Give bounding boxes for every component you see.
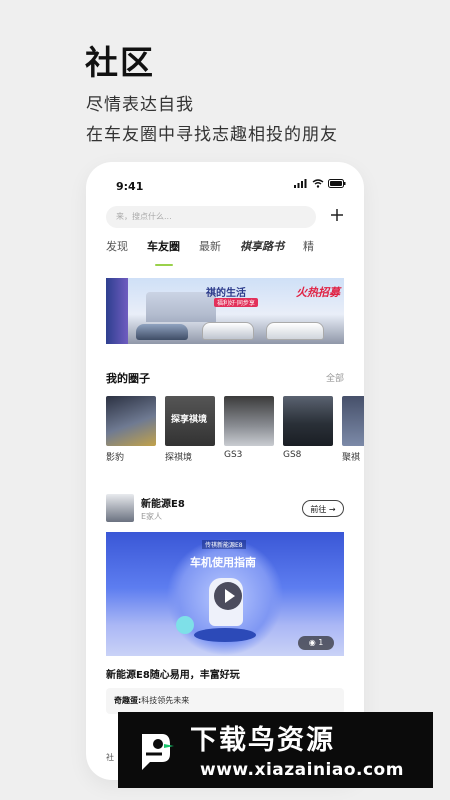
wifi-icon xyxy=(312,179,324,188)
circle-item-yingbao[interactable]: 影豹 xyxy=(106,396,156,463)
banner-slogan-sub: 福利好·同步享 xyxy=(214,298,258,307)
status-time: 9:41 xyxy=(116,180,144,193)
add-post-button[interactable] xyxy=(330,204,344,226)
video-ball-image xyxy=(176,616,194,634)
plus-icon xyxy=(331,209,343,221)
goto-button[interactable]: 前往 → xyxy=(302,500,344,517)
battery-icon xyxy=(328,179,346,188)
banner-car-image xyxy=(202,322,254,340)
bird-logo-icon xyxy=(128,724,180,776)
circle-label: 影豹 xyxy=(106,453,125,463)
post-title[interactable]: 新能源E8随心易用，丰富好玩 xyxy=(106,666,240,681)
search-input[interactable]: 来，搜点什么... xyxy=(106,206,316,228)
post-footer-label: 社 xyxy=(106,753,114,762)
circle-thumb xyxy=(342,396,364,446)
post-comment[interactable]: 奇趣蛋:科技领先未来 xyxy=(106,688,344,714)
my-circles-title: 我的圈子 xyxy=(106,372,150,385)
goto-button-label: 前往 xyxy=(310,505,327,514)
play-icon xyxy=(225,589,235,603)
phone-mockup: 9:41 来，搜点什么... 发现 车友圈 最新 祺享路书 精 祺的生活 福利好… xyxy=(86,162,364,780)
watermark-url: www.xiazainiao.com xyxy=(200,760,404,780)
arrow-right-icon: → xyxy=(328,505,336,514)
circle-label: GS8 xyxy=(283,450,302,460)
tab-featured[interactable]: 精 xyxy=(303,238,314,260)
tab-road-book[interactable]: 祺享路书 xyxy=(240,238,284,260)
banner-car-image xyxy=(136,324,188,340)
circle-thumb xyxy=(224,396,274,446)
banner-badge: 火热招募 xyxy=(296,286,340,299)
tab-bar: 发现 车友圈 最新 祺享路书 精 xyxy=(106,238,364,266)
comment-user: 奇趣蛋: xyxy=(114,696,142,705)
video-top-label: 传祺新能源E8 xyxy=(202,540,246,549)
circle-item-tanqijing[interactable]: 探享祺境 探祺境 xyxy=(165,396,215,463)
post-circle-sub: E家人 xyxy=(141,512,163,521)
watermark-overlay: 下载鸟资源 www.xiazainiao.com xyxy=(118,712,433,788)
hero-subtitle-1: 尽情表达自我 xyxy=(86,95,194,115)
banner-slogan: 祺的生活 xyxy=(206,288,246,299)
circle-thumb-overlay: 探享祺境 xyxy=(171,415,208,425)
hero-title: 社区 xyxy=(85,43,155,82)
circle-label: 探祺境 xyxy=(165,453,193,463)
post-circle-name[interactable]: 新能源E8 xyxy=(141,495,185,510)
banner-stripe xyxy=(106,278,128,344)
circle-item-gs8[interactable]: GS8 xyxy=(283,396,333,460)
watermark-title: 下载鸟资源 xyxy=(190,725,335,756)
video-title: 车机使用指南 xyxy=(190,556,256,569)
signal-icon xyxy=(294,179,307,188)
tab-car-club[interactable]: 车友圈 xyxy=(147,238,180,266)
circle-thumb: 探享祺境 xyxy=(165,396,215,446)
my-circles-all-link[interactable]: 全部 xyxy=(326,371,344,384)
hero-subtitle-2: 在车友圈中寻找志趣相投的朋友 xyxy=(86,125,338,145)
post-video[interactable]: 传祺新能源E8 车机使用指南 ◉ 1 xyxy=(106,532,344,656)
circle-list: 影豹 探享祺境 探祺境 GS3 GS8 聚祺 xyxy=(106,396,364,466)
post-avatar[interactable] xyxy=(106,494,134,522)
tab-latest[interactable]: 最新 xyxy=(199,238,221,260)
video-count: 1 xyxy=(318,638,324,647)
view-icon: ◉ xyxy=(308,638,316,647)
video-platform-image xyxy=(194,628,256,642)
circle-item-gs3[interactable]: GS3 xyxy=(224,396,274,460)
comment-text: 科技领先未来 xyxy=(141,696,190,705)
status-bar: 9:41 xyxy=(86,162,364,202)
banner-car-image xyxy=(266,322,324,340)
tab-discover[interactable]: 发现 xyxy=(106,238,128,260)
circle-item-juqi[interactable]: 聚祺 xyxy=(342,396,364,463)
circle-thumb xyxy=(106,396,156,446)
circle-thumb xyxy=(283,396,333,446)
promo-banner[interactable]: 祺的生活 福利好·同步享 火热招募 xyxy=(106,278,344,344)
circle-label: GS3 xyxy=(224,450,243,460)
circle-label: 聚祺 xyxy=(342,453,361,463)
video-count-badge: ◉ 1 xyxy=(298,636,334,650)
status-icons xyxy=(294,179,346,188)
